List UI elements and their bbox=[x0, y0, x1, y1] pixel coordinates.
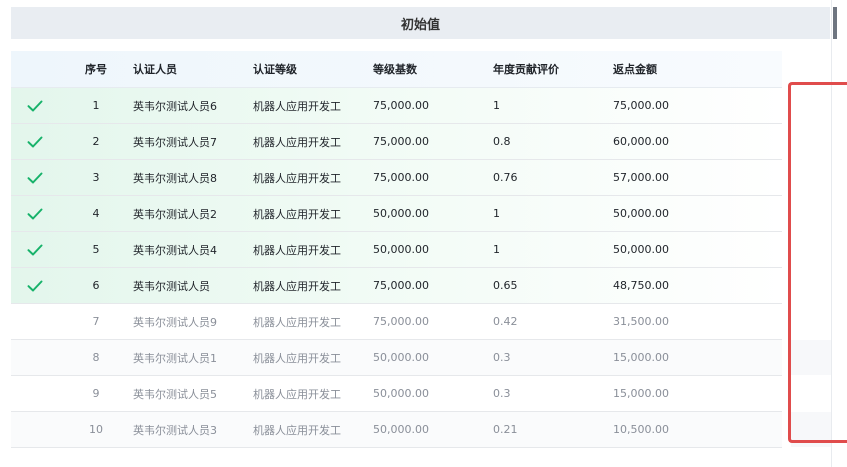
row-person: 英韦尔测试人员5 bbox=[133, 387, 217, 401]
row-base: 50,000.00 bbox=[373, 243, 429, 256]
row-base: 75,000.00 bbox=[373, 315, 429, 328]
panel-title: 初始值 bbox=[11, 7, 830, 39]
row-level: 机器人应用开发工 bbox=[253, 171, 341, 185]
row-level: 机器人应用开发工 bbox=[253, 315, 341, 329]
checkmark-icon bbox=[27, 172, 43, 183]
header-base[interactable]: 等级基数 bbox=[373, 61, 493, 77]
right-panel-cap bbox=[833, 7, 837, 39]
row-check-cell[interactable] bbox=[11, 280, 59, 292]
row-check-cell[interactable] bbox=[11, 100, 59, 112]
table-header: 序号 认证人员 认证等级 等级基数 年度贡献评价 返点金额 bbox=[11, 51, 782, 88]
row-level: 机器人应用开发工 bbox=[253, 243, 341, 257]
row-person: 英韦尔测试人员9 bbox=[133, 315, 217, 329]
row-rebate-amount: 50,000.00 bbox=[613, 243, 669, 256]
row-person: 英韦尔测试人员2 bbox=[133, 207, 217, 221]
checkmark-icon bbox=[27, 208, 43, 219]
row-rebate-amount: 10,500.00 bbox=[613, 423, 669, 436]
row-rebate-amount: 75,000.00 bbox=[613, 99, 669, 112]
row-evaluation: 0.3 bbox=[493, 351, 511, 364]
row-level: 机器人应用开发工 bbox=[253, 351, 341, 365]
row-rebate-amount: 48,750.00 bbox=[613, 279, 669, 292]
table-row[interactable]: 7 英韦尔测试人员9 机器人应用开发工 75,000.00 0.42 31,500.00 bbox=[11, 304, 782, 340]
row-rebate-amount: 15,000.00 bbox=[613, 351, 669, 364]
row-index: 6 bbox=[92, 279, 100, 292]
row-index: 7 bbox=[92, 315, 100, 328]
row-evaluation: 0.42 bbox=[493, 315, 518, 328]
row-evaluation: 1 bbox=[493, 99, 500, 112]
checkmark-icon bbox=[27, 100, 43, 111]
row-evaluation: 0.8 bbox=[493, 135, 511, 148]
table-row[interactable]: 3 英韦尔测试人员8 机器人应用开发工 75,000.00 0.76 57,000.00 bbox=[11, 160, 782, 196]
table-row[interactable]: 10 英韦尔测试人员3 机器人应用开发工 50,000.00 0.21 10,500.00 bbox=[11, 412, 782, 448]
row-check-cell[interactable] bbox=[11, 172, 59, 184]
row-evaluation: 0.21 bbox=[493, 423, 518, 436]
row-base: 75,000.00 bbox=[373, 171, 429, 184]
row-base: 50,000.00 bbox=[373, 423, 429, 436]
row-index: 4 bbox=[92, 207, 100, 220]
header-person[interactable]: 认证人员 bbox=[133, 61, 253, 77]
checkmark-icon bbox=[27, 280, 43, 291]
table-row[interactable]: 4 英韦尔测试人员2 机器人应用开发工 50,000.00 1 50,000.00 bbox=[11, 196, 782, 232]
highlight-frame bbox=[788, 82, 847, 443]
header-index[interactable]: 序号 bbox=[59, 61, 133, 77]
row-index: 9 bbox=[92, 387, 100, 400]
table-row[interactable]: 8 英韦尔测试人员1 机器人应用开发工 50,000.00 0.3 15,000.00 bbox=[11, 340, 782, 376]
row-level: 机器人应用开发工 bbox=[253, 279, 341, 293]
row-check-cell[interactable] bbox=[11, 208, 59, 220]
row-level: 机器人应用开发工 bbox=[253, 135, 341, 149]
row-base: 50,000.00 bbox=[373, 207, 429, 220]
row-person: 英韦尔测试人员6 bbox=[133, 99, 217, 113]
table-row[interactable]: 2 英韦尔测试人员7 机器人应用开发工 75,000.00 0.8 60,000.00 bbox=[11, 124, 782, 160]
table-body: 1 英韦尔测试人员6 机器人应用开发工 75,000.00 1 75,000.00 2 英韦尔… bbox=[11, 88, 782, 448]
row-person: 英韦尔测试人员1 bbox=[133, 351, 217, 365]
row-base: 75,000.00 bbox=[373, 135, 429, 148]
row-person: 英韦尔测试人员 bbox=[133, 279, 210, 293]
rebate-table: 序号 认证人员 认证等级 等级基数 年度贡献评价 返点金额 1 英韦尔测试人员6 机… bbox=[11, 51, 782, 448]
table-row[interactable]: 1 英韦尔测试人员6 机器人应用开发工 75,000.00 1 75,000.00 bbox=[11, 88, 782, 124]
row-base: 50,000.00 bbox=[373, 387, 429, 400]
row-level: 机器人应用开发工 bbox=[253, 207, 341, 221]
row-rebate-amount: 31,500.00 bbox=[613, 315, 669, 328]
row-person: 英韦尔测试人员3 bbox=[133, 423, 217, 437]
row-evaluation: 0.65 bbox=[493, 279, 518, 292]
row-level: 机器人应用开发工 bbox=[253, 387, 341, 401]
row-check-cell[interactable] bbox=[11, 136, 59, 148]
row-person: 英韦尔测试人员7 bbox=[133, 135, 217, 149]
row-base: 75,000.00 bbox=[373, 279, 429, 292]
row-evaluation: 0.76 bbox=[493, 171, 518, 184]
row-base: 75,000.00 bbox=[373, 99, 429, 112]
row-index: 8 bbox=[92, 351, 100, 364]
row-evaluation: 1 bbox=[493, 207, 500, 220]
table-row[interactable]: 6 英韦尔测试人员 机器人应用开发工 75,000.00 0.65 48,750.00 bbox=[11, 268, 782, 304]
table-row[interactable]: 5 英韦尔测试人员4 机器人应用开发工 50,000.00 1 50,000.00 bbox=[11, 232, 782, 268]
row-rebate-amount: 15,000.00 bbox=[613, 387, 669, 400]
row-level: 机器人应用开发工 bbox=[253, 99, 341, 113]
header-level[interactable]: 认证等级 bbox=[253, 61, 373, 77]
row-rebate-amount: 57,000.00 bbox=[613, 171, 669, 184]
row-index: 1 bbox=[92, 99, 100, 112]
header-rebate-amount[interactable]: 返点金额 bbox=[613, 61, 733, 77]
row-base: 50,000.00 bbox=[373, 351, 429, 364]
row-level: 机器人应用开发工 bbox=[253, 423, 341, 437]
row-rebate-amount: 60,000.00 bbox=[613, 135, 669, 148]
header-evaluation[interactable]: 年度贡献评价 bbox=[493, 61, 613, 77]
row-index: 10 bbox=[89, 423, 103, 436]
row-index: 2 bbox=[92, 135, 100, 148]
row-person: 英韦尔测试人员4 bbox=[133, 243, 217, 257]
checkmark-icon bbox=[27, 136, 43, 147]
panel-title-text: 初始值 bbox=[400, 17, 440, 33]
row-rebate-amount: 50,000.00 bbox=[613, 207, 669, 220]
table-row[interactable]: 9 英韦尔测试人员5 机器人应用开发工 50,000.00 0.3 15,000.00 bbox=[11, 376, 782, 412]
row-index: 3 bbox=[92, 171, 100, 184]
row-index: 5 bbox=[92, 243, 100, 256]
row-evaluation: 1 bbox=[493, 243, 500, 256]
row-person: 英韦尔测试人员8 bbox=[133, 171, 217, 185]
checkmark-icon bbox=[27, 244, 43, 255]
row-check-cell[interactable] bbox=[11, 244, 59, 256]
row-evaluation: 0.3 bbox=[493, 387, 511, 400]
